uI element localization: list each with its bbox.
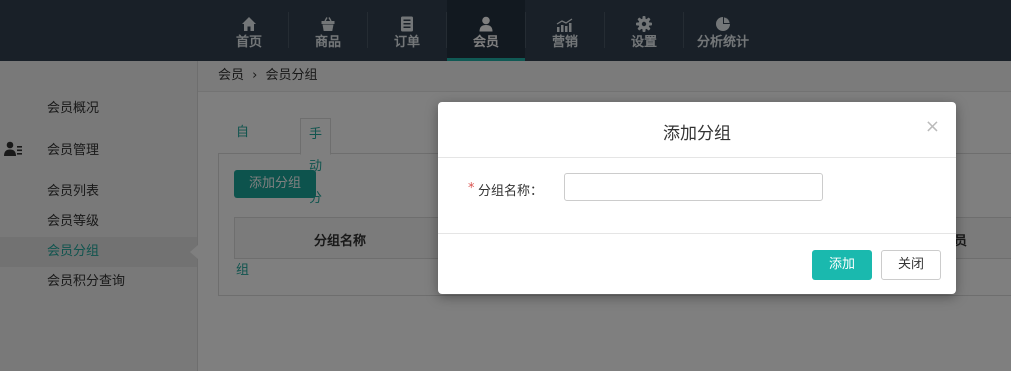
dialog-title: 添加分组 <box>663 124 731 144</box>
add-group-dialog: 添加分组 × * 分组名称： 添加 关闭 <box>438 102 956 294</box>
dialog-footer: 添加 关闭 <box>438 233 956 295</box>
group-name-input[interactable] <box>564 173 823 201</box>
group-name-label: 分组名称： <box>478 184 544 199</box>
required-marker: * <box>468 181 475 196</box>
close-button[interactable]: 关闭 <box>881 250 941 280</box>
dialog-header: 添加分组 × <box>438 102 956 158</box>
add-button[interactable]: 添加 <box>812 250 872 280</box>
form-row-group-name: * 分组名称： <box>438 173 956 203</box>
close-icon[interactable]: × <box>925 116 940 137</box>
